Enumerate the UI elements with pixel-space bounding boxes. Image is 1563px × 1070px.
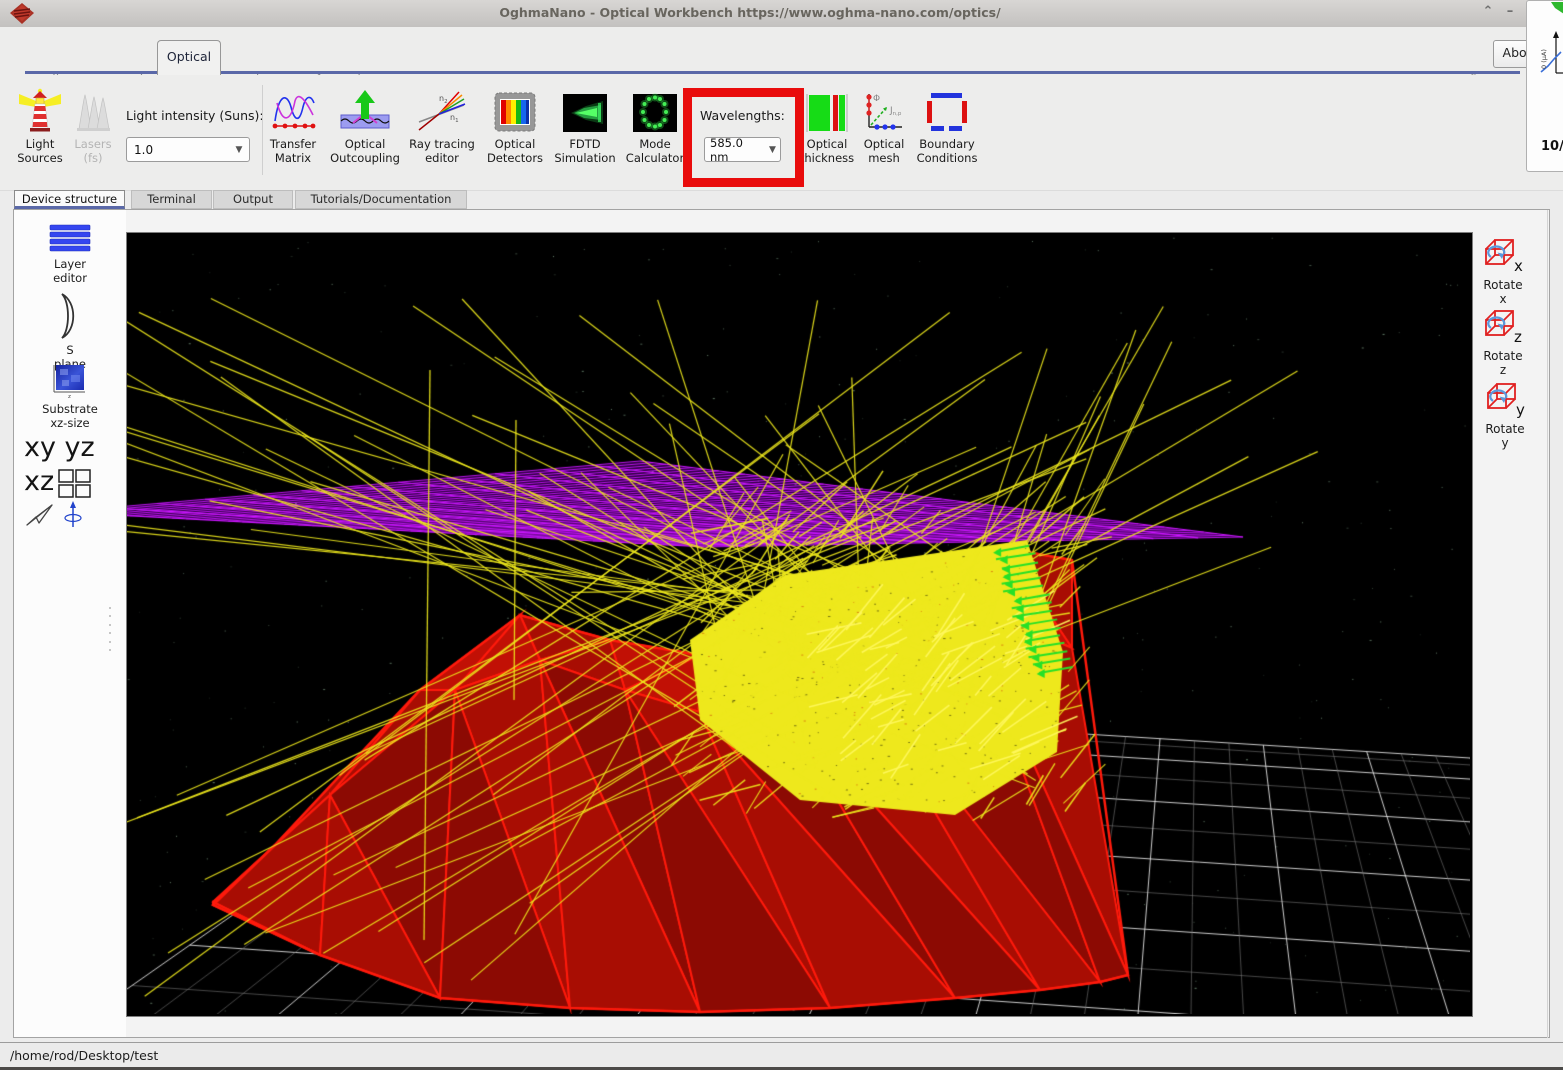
- menu-bar: File Automation Databases Information: [0, 27, 1563, 75]
- plot-axis-label: 0 (µA): [1540, 49, 1548, 69]
- paper-plane-icon[interactable]: [26, 503, 54, 527]
- green-pulse-icon: [562, 85, 608, 133]
- screen: { "window": { "title": "OghmaNano - Opti…: [0, 0, 1563, 1070]
- status-bar: [0, 1042, 1563, 1068]
- tab-tutorials-documentation[interactable]: Tutorials/Documentation: [295, 190, 467, 209]
- rotate-z-label: Rotate z: [1483, 349, 1522, 378]
- highlight-rectangle: [683, 88, 804, 187]
- lens-crescent-icon: [57, 292, 83, 340]
- boundary-square-icon: [926, 85, 968, 133]
- 3d-viewport[interactable]: [127, 233, 1470, 1014]
- laser-pulses-icon: [75, 85, 111, 133]
- rotate-z-button[interactable]: z Rotate z: [1475, 308, 1531, 378]
- tab-output[interactable]: Output: [213, 190, 293, 209]
- fdtd-simulation-button[interactable]: FDTD Simulation: [549, 85, 621, 165]
- substrate-xz-size-label: Substrate xz-size: [42, 403, 98, 431]
- status-path: /home/rod/Desktop/test: [10, 1048, 158, 1063]
- green-corner-icon: [1551, 2, 1563, 14]
- right-edge-divider: [1547, 210, 1548, 1038]
- axis-letter: x: [1514, 257, 1523, 275]
- light-intensity-value: 1.0: [127, 143, 229, 157]
- mode-calculator-button[interactable]: Mode Calculator: [621, 85, 689, 165]
- rotate-x-button[interactable]: x Rotate x: [1475, 237, 1531, 307]
- xz-view-button[interactable]: xz: [24, 466, 54, 497]
- optical-detectors-label: Optical Detectors: [487, 138, 543, 165]
- window-minimize-button[interactable]: –: [1501, 4, 1519, 19]
- s-plane-button[interactable]: S plane: [14, 292, 126, 372]
- mesh-axes-icon: Φ Jn,p: [860, 85, 908, 133]
- optical-thickness-label: Optical thickness: [800, 138, 854, 165]
- optical-outcoupling-button[interactable]: Optical Outcoupling: [326, 85, 404, 165]
- light-sources-label: Light Sources: [17, 138, 63, 165]
- axis-letter: y: [1516, 401, 1525, 419]
- svg-text:z: z: [68, 394, 71, 399]
- lasers-label: Lasers (fs): [74, 138, 111, 165]
- menu-accent-line: [25, 71, 1520, 74]
- axis-letter: z: [1514, 328, 1522, 346]
- rotation-axis-icon[interactable]: [62, 500, 84, 530]
- boundary-conditions-label: Boundary Conditions: [917, 138, 978, 165]
- wave-matrix-icon: [269, 85, 317, 133]
- svg-text:n2: n2: [439, 94, 448, 105]
- toolbar-separator: [262, 85, 263, 175]
- window-title: OghmaNano - Optical Workbench https://ww…: [0, 5, 1500, 20]
- green-up-arrow-icon: [337, 85, 393, 133]
- viewport-frame: [126, 232, 1473, 1017]
- lighthouse-icon: [19, 85, 61, 133]
- menu-item-optical-active[interactable]: Optical: [157, 40, 221, 75]
- spectrum-stripes-icon: [493, 85, 537, 133]
- transfer-matrix-label: Transfer Matrix: [270, 138, 316, 165]
- optical-mesh-button[interactable]: Φ Jn,p Optical mesh: [852, 85, 916, 165]
- xy-yz-view-button[interactable]: xy yz: [24, 432, 95, 463]
- optical-detectors-button[interactable]: Optical Detectors: [481, 85, 549, 165]
- green-dot-ring-icon: [632, 85, 678, 133]
- rotate-x-label: Rotate x: [1483, 278, 1522, 307]
- pane-splitter-handle[interactable]: [107, 607, 113, 651]
- rotate-y-label: Rotate y: [1485, 422, 1524, 451]
- ray-tracing-editor-label: Ray tracing editor: [409, 138, 475, 165]
- side-popup: 0 (µA) 10/1: [1526, 0, 1563, 172]
- svg-text:n1: n1: [450, 113, 459, 124]
- svg-text:Jn,p: Jn,p: [889, 106, 902, 117]
- red-cube-rotate-icon: z: [1482, 308, 1524, 346]
- transfer-matrix-button[interactable]: Transfer Matrix: [259, 85, 327, 165]
- layer-editor-label: Layer editor: [53, 258, 87, 286]
- tab-device-structure[interactable]: Device structure: [14, 190, 125, 209]
- layer-editor-button[interactable]: Layer editor: [14, 224, 126, 286]
- layer-stripes-icon: [806, 85, 848, 133]
- optical-mesh-label: Optical mesh: [864, 138, 905, 165]
- ray-tracing-editor-button[interactable]: n2 n1 Ray tracing editor: [405, 85, 479, 165]
- grid-2x2-icon[interactable]: [58, 469, 92, 499]
- refraction-rays-icon: n2 n1: [417, 85, 467, 133]
- mode-calculator-label: Mode Calculator: [626, 138, 684, 165]
- chevron-down-icon[interactable]: ▼: [229, 145, 249, 155]
- popup-value: 10/1: [1541, 139, 1563, 154]
- red-cube-rotate-icon: x: [1482, 237, 1524, 275]
- boundary-conditions-button[interactable]: Boundary Conditions: [908, 85, 986, 165]
- fdtd-simulation-label: FDTD Simulation: [554, 138, 615, 165]
- substrate-xz-size-button[interactable]: z Substrate xz-size: [14, 363, 126, 431]
- red-cube-rotate-icon: y: [1484, 381, 1526, 419]
- light-intensity-label: Light intensity (Suns):: [126, 108, 264, 123]
- tab-terminal[interactable]: Terminal: [131, 190, 212, 209]
- substrate-image-icon: z: [51, 363, 89, 399]
- optical-outcoupling-label: Optical Outcoupling: [330, 138, 400, 165]
- jv-plot-icon: 0 (µA): [1535, 29, 1563, 79]
- rotate-y-button[interactable]: y Rotate y: [1477, 381, 1533, 451]
- window-titlebar[interactable]: OghmaNano - Optical Workbench https://ww…: [0, 0, 1563, 28]
- lasers-button-disabled: Lasers (fs): [59, 85, 127, 165]
- light-intensity-combobox[interactable]: 1.0 ▼: [126, 137, 250, 162]
- svg-text:Φ: Φ: [873, 94, 880, 104]
- blue-layers-icon: [49, 224, 91, 254]
- window-shade-button[interactable]: ⌃: [1479, 4, 1497, 19]
